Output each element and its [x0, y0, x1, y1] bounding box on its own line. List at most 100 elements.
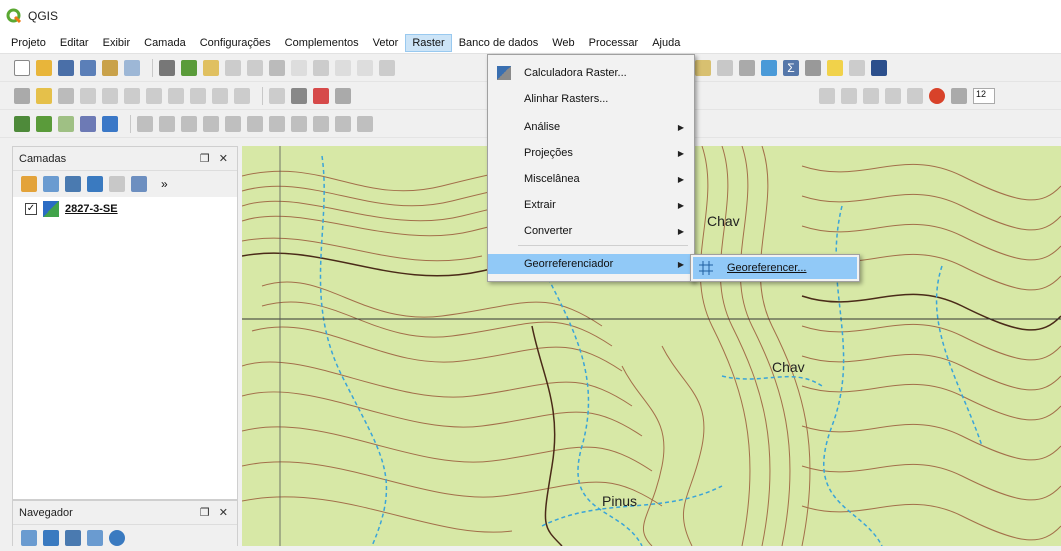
label-tool-icon[interactable]: [269, 87, 285, 104]
pin-label-icon[interactable]: [291, 87, 307, 104]
georeferencer-menu-item[interactable]: Georeferencer...: [693, 257, 857, 279]
raster-menu-item[interactable]: Calculadora Raster...: [488, 63, 694, 83]
add-polygon-icon[interactable]: [885, 87, 901, 104]
add-selected-icon[interactable]: [21, 530, 37, 546]
add-arcgis-icon[interactable]: [247, 115, 263, 132]
zoom-full-icon[interactable]: [269, 59, 285, 76]
zoom-selection-icon[interactable]: [291, 59, 307, 76]
menu-configuracoes[interactable]: Configurações: [193, 34, 278, 52]
zoom-rubberband-icon[interactable]: [247, 59, 263, 76]
panel-float-close-icon[interactable]: ❐ ✕: [200, 506, 231, 519]
cut-features-icon[interactable]: [146, 87, 162, 104]
add-delimited-icon[interactable]: [58, 115, 74, 132]
add-virtual-icon[interactable]: [357, 115, 373, 132]
expand-all-icon[interactable]: [131, 176, 147, 192]
layout-manager-icon[interactable]: [124, 59, 140, 76]
raster-menu-item[interactable]: Converter ▶: [488, 221, 694, 241]
print-layout-icon[interactable]: [102, 59, 118, 76]
add-wms-icon[interactable]: [102, 115, 118, 132]
add-wfs-icon[interactable]: [203, 115, 219, 132]
copy-features-icon[interactable]: [168, 87, 184, 104]
vertex-tool-icon[interactable]: [102, 87, 118, 104]
add-oracle-icon[interactable]: [313, 115, 329, 132]
add-mesh-icon[interactable]: [181, 115, 197, 132]
save-as-icon[interactable]: [80, 59, 96, 76]
panel-float-close-icon[interactable]: ❐ ✕: [200, 152, 231, 165]
pan-icon[interactable]: [159, 59, 175, 76]
new-layer-icon[interactable]: [137, 115, 153, 132]
measure-icon[interactable]: [805, 59, 821, 76]
annotation-icon[interactable]: [849, 59, 865, 76]
deselect-icon[interactable]: [695, 59, 711, 76]
add-postgis-icon[interactable]: [269, 115, 285, 132]
attribute-table-icon[interactable]: [717, 59, 733, 76]
zoom-layer-icon[interactable]: [313, 59, 329, 76]
add-spatialite-icon[interactable]: [80, 115, 96, 132]
collapse-all-icon[interactable]: [87, 530, 103, 546]
raster-menu-item[interactable]: Extrair ▶: [488, 195, 694, 215]
open-project-icon[interactable]: [36, 59, 52, 76]
raster-menu-item[interactable]: Projeções ▶: [488, 143, 694, 163]
raster-menu-item[interactable]: Análise ▶: [488, 117, 694, 137]
toggle-editing-icon[interactable]: [36, 87, 52, 104]
layer-styling-icon[interactable]: [21, 176, 37, 192]
add-line-icon[interactable]: [863, 87, 879, 104]
rotate-icon[interactable]: [907, 87, 923, 104]
filter-legend-icon[interactable]: [87, 176, 103, 192]
layer-visibility-checkbox[interactable]: ✓: [25, 203, 37, 215]
add-vector-icon[interactable]: [36, 115, 52, 132]
refresh-icon[interactable]: [43, 530, 59, 546]
zoom-out-icon[interactable]: [225, 59, 241, 76]
raster-menu-item[interactable]: Miscelânea ▶: [488, 169, 694, 189]
zoom-last-icon[interactable]: [335, 59, 351, 76]
menu-complementos[interactable]: Complementos: [278, 34, 366, 52]
manage-themes-icon[interactable]: [65, 176, 81, 192]
menu-exibir[interactable]: Exibir: [96, 34, 138, 52]
add-raster-icon[interactable]: [159, 115, 175, 132]
menu-projeto[interactable]: Projeto: [4, 34, 53, 52]
delete-selected-icon[interactable]: [124, 87, 140, 104]
toolbox-icon[interactable]: [761, 59, 777, 76]
menu-web[interactable]: Web: [545, 34, 581, 52]
tracing-icon[interactable]: [951, 87, 967, 104]
data-source-manager-icon[interactable]: [14, 115, 30, 132]
paste-features-icon[interactable]: [190, 87, 206, 104]
layer-item[interactable]: ✓ 2827-3-SE: [13, 197, 237, 221]
filter-icon[interactable]: [65, 530, 81, 546]
add-db2-icon[interactable]: [335, 115, 351, 132]
save-project-icon[interactable]: [58, 59, 74, 76]
save-edits-icon[interactable]: [58, 87, 74, 104]
statistics-icon[interactable]: Σ: [783, 59, 799, 76]
move-label-icon[interactable]: [335, 87, 351, 104]
map-tips-icon[interactable]: [827, 59, 843, 76]
menu-ajuda[interactable]: Ajuda: [645, 34, 687, 52]
pan-to-selection-icon[interactable]: [181, 59, 197, 76]
scale-field[interactable]: 12: [973, 87, 995, 104]
add-feature-icon[interactable]: [80, 87, 96, 104]
menu-raster[interactable]: Raster: [405, 33, 452, 52]
menu-vetor[interactable]: Vetor: [366, 34, 406, 52]
menu-banco-de-dados[interactable]: Banco de dados: [452, 34, 546, 52]
menu-processar[interactable]: Processar: [582, 34, 646, 52]
zoom-in-icon[interactable]: [203, 59, 219, 76]
add-point-icon[interactable]: [841, 87, 857, 104]
info-icon[interactable]: [109, 530, 125, 546]
add-mssql-icon[interactable]: [291, 115, 307, 132]
raster-menu-item[interactable]: Georreferenciador ▶: [488, 254, 694, 274]
undo-icon[interactable]: [212, 87, 228, 104]
highlight-label-icon[interactable]: [313, 87, 329, 104]
field-calculator-icon[interactable]: [739, 59, 755, 76]
raster-menu-item[interactable]: Alinhar Rasters...: [488, 89, 694, 109]
menu-editar[interactable]: Editar: [53, 34, 96, 52]
new-project-icon[interactable]: [14, 59, 30, 76]
current-edits-icon[interactable]: [14, 87, 30, 104]
add-group-icon[interactable]: [43, 176, 59, 192]
menu-camada[interactable]: Camada: [137, 34, 193, 52]
shape-tool-icon[interactable]: [819, 87, 835, 104]
zoom-next-icon[interactable]: [357, 59, 373, 76]
add-wcs-icon[interactable]: [225, 115, 241, 132]
refresh-icon[interactable]: [379, 59, 395, 76]
redo-icon[interactable]: [234, 87, 250, 104]
snapping-icon[interactable]: [929, 87, 945, 104]
more-chevron-icon[interactable]: »: [161, 177, 168, 191]
